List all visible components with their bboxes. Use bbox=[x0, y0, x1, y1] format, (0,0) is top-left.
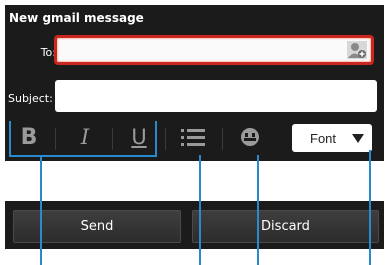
to-field[interactable] bbox=[54, 35, 374, 65]
bold-button[interactable]: B bbox=[14, 120, 44, 154]
callout-bracket-right bbox=[155, 121, 157, 157]
emoticon-button[interactable] bbox=[235, 120, 265, 154]
toolbar-divider bbox=[112, 128, 113, 150]
message-body-field[interactable] bbox=[5, 161, 384, 201]
subject-field[interactable] bbox=[55, 80, 377, 112]
font-label: Font bbox=[310, 130, 337, 146]
callout-bracket-left bbox=[9, 121, 11, 157]
add-contact-icon[interactable] bbox=[347, 41, 367, 59]
callout-line-format bbox=[40, 157, 42, 265]
dropdown-arrow-icon bbox=[352, 133, 365, 143]
window-title: New gmail message bbox=[9, 11, 144, 25]
underline-button[interactable]: U bbox=[124, 120, 154, 154]
bulleted-list-button[interactable] bbox=[178, 120, 208, 154]
callout-line-list bbox=[199, 155, 201, 265]
discard-button[interactable]: Discard bbox=[192, 210, 379, 243]
callout-bracket-bottom bbox=[9, 155, 157, 157]
toolbar-divider bbox=[165, 128, 166, 150]
italic-button[interactable]: I bbox=[70, 120, 100, 154]
toolbar-divider bbox=[55, 128, 56, 150]
bulleted-list-icon bbox=[181, 129, 205, 146]
callout-line-emoticon bbox=[257, 155, 259, 265]
callout-line-font bbox=[369, 150, 371, 265]
subject-label: Subject: bbox=[8, 92, 53, 105]
emoticon-icon bbox=[241, 128, 259, 146]
font-dropdown[interactable]: Font bbox=[292, 124, 372, 152]
send-button[interactable]: Send bbox=[13, 210, 181, 243]
toolbar-divider bbox=[222, 128, 223, 150]
